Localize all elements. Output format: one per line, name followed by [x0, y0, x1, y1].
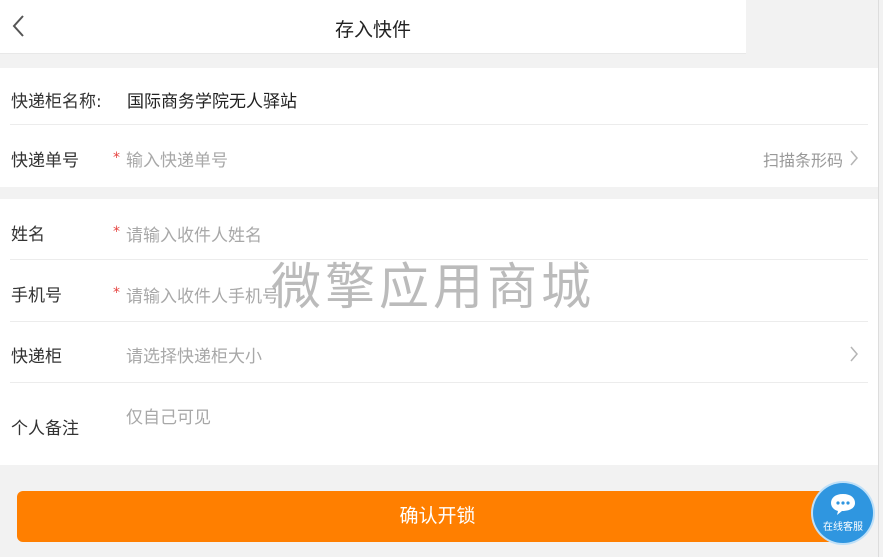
- name-row[interactable]: 姓名 * 请输入收件人姓名: [10, 220, 868, 246]
- divider: [10, 321, 868, 322]
- name-input[interactable]: 请输入收件人姓名: [126, 221, 262, 246]
- required-mark: *: [113, 285, 120, 301]
- chevron-right-icon[interactable]: [849, 149, 859, 167]
- chevron-right-icon[interactable]: [849, 345, 859, 363]
- divider: [10, 382, 868, 383]
- remark-label: 个人备注: [11, 419, 79, 439]
- name-label: 姓名: [11, 225, 45, 245]
- required-mark: *: [113, 150, 120, 166]
- chat-bubble-icon: [831, 494, 855, 515]
- online-support-button[interactable]: 在线客服: [813, 483, 873, 543]
- tracking-number-input[interactable]: 输入快递单号: [126, 146, 228, 171]
- cabinet-size-label: 快递柜: [11, 347, 62, 367]
- recipient-card: 姓名 * 请输入收件人姓名 手机号 * 请输入收件人手机号 快递柜 请选择快递柜…: [0, 199, 878, 465]
- divider: [10, 124, 868, 125]
- watermark: 微擎应用商城: [271, 258, 595, 316]
- tracking-number-row[interactable]: 快递单号 * 输入快递单号 扫描条形码: [10, 146, 868, 171]
- page-title: 存入快件: [334, 19, 411, 41]
- online-support-label: 在线客服: [823, 522, 863, 533]
- locker-name-value: 国际商务学院无人驿站: [127, 92, 297, 112]
- phone-label: 手机号: [11, 286, 62, 306]
- remark-textarea[interactable]: 仅自己可见: [126, 403, 211, 428]
- scan-barcode-button[interactable]: 扫描条形码: [763, 147, 843, 171]
- cabinet-size-select[interactable]: 请选择快递柜大小: [126, 342, 262, 367]
- confirm-unlock-button[interactable]: 确认开锁: [17, 491, 858, 542]
- required-mark: *: [113, 224, 120, 240]
- locker-name-row: 快递柜名称: 国际商务学院无人驿站: [10, 87, 868, 112]
- remark-row[interactable]: 个人备注 仅自己可见: [10, 403, 868, 455]
- locker-name-label: 快递柜名称:: [11, 92, 102, 112]
- tracking-number-label: 快递单号: [11, 151, 79, 171]
- locker-info-card: 快递柜名称: 国际商务学院无人驿站 快递单号 * 输入快递单号 扫描条形码: [0, 68, 878, 187]
- phone-input[interactable]: 请输入收件人手机号: [126, 282, 279, 307]
- cabinet-size-row[interactable]: 快递柜 请选择快递柜大小: [10, 342, 868, 367]
- page-edge: [878, 0, 883, 557]
- top-navbar: 存入快件: [0, 0, 746, 54]
